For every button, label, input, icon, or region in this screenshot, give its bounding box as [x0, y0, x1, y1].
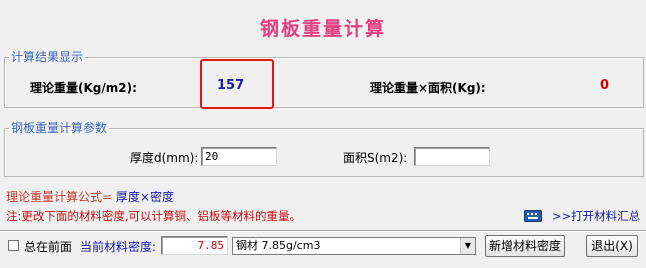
formula-label: 理论重量计算公式= [6, 190, 113, 204]
result-group-legend: 计算结果显示 [11, 50, 84, 64]
params-group-legend: 钢板重量计算参数 [11, 121, 108, 135]
material-select-value: 钢材 7.85g/cm3 [236, 239, 321, 252]
density-input[interactable]: 7.85 [161, 236, 228, 255]
density-note: 注:更改下面的材料密度,可以计算铜、铝板等材料的重量。 [6, 209, 302, 223]
total-weight-label: 理论重量×面积(Kg): [370, 81, 486, 95]
thickness-input[interactable]: 20 [201, 147, 277, 166]
open-summary-label: >>打开材料汇总 [551, 209, 641, 223]
area-label: 面积S(m2): [343, 151, 408, 165]
formula-line: 理论重量计算公式= 厚度×密度 [6, 188, 174, 205]
material-select[interactable]: 钢材 7.85g/cm3 ▼ [232, 237, 476, 255]
chevron-down-icon[interactable]: ▼ [460, 238, 475, 254]
keyboard-icon [524, 210, 542, 222]
always-on-top-label[interactable]: 总在前面 [24, 238, 72, 255]
formula-text: 厚度×密度 [115, 190, 174, 204]
unit-weight-label: 理论重量(Kg/m2): [30, 81, 137, 95]
highlight-box [200, 59, 274, 109]
exit-button[interactable]: 退出(X) [586, 235, 638, 257]
thickness-label: 厚度d(mm): [130, 151, 199, 165]
density-label: 当前材料密度: [80, 240, 157, 254]
total-weight-value: 0 [600, 78, 610, 93]
params-group: 钢板重量计算参数 [4, 121, 644, 177]
always-on-top-checkbox[interactable] [8, 240, 19, 251]
open-summary-link[interactable]: >>打开材料汇总 [524, 208, 640, 226]
window-title: 钢板重量计算 [259, 18, 386, 40]
add-material-density-button[interactable]: 新增材料密度 [485, 235, 565, 257]
area-input[interactable] [414, 147, 490, 166]
bottom-separator [0, 230, 646, 232]
